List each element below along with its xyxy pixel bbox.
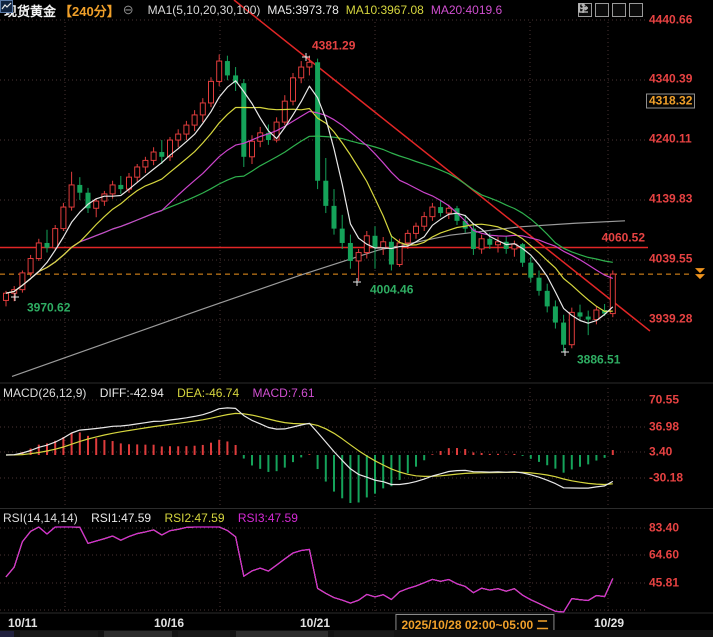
time-label: 10/29 — [594, 616, 624, 630]
price-axis-label: 3939.28 — [649, 313, 692, 326]
rsi1-value: RSI1:47.59 — [91, 511, 151, 525]
ma10-value: MA10:3967.08 — [346, 3, 424, 17]
macd-diff-value: DIFF:-42.94 — [100, 386, 164, 400]
rsi-axis-label: 45.81 — [649, 577, 679, 590]
current-price-marker — [695, 268, 705, 279]
ma-group-label: MA1(5,10,20,30,100) — [148, 3, 261, 17]
macd-histogram — [6, 432, 613, 503]
rsi-axis-label: 83.40 — [649, 522, 679, 535]
macd-axis-label: 36.98 — [649, 421, 679, 434]
main-candles — [4, 54, 616, 351]
price-axis-label: 4240.11 — [649, 133, 692, 146]
bottom-tab-segment[interactable] — [178, 631, 230, 637]
macd-panel-header: MACD(26,12,9) DIFF:-42.94 DEA:-46.74 MAC… — [3, 386, 325, 400]
ma20-value: MA20:4019.6 — [431, 3, 502, 17]
price-axis-label: 4340.39 — [649, 73, 692, 86]
y-axis-scale-icon[interactable] — [595, 3, 609, 17]
rsi-axis-label: 64.60 — [649, 549, 679, 562]
rsi2-value: RSI2:47.59 — [164, 511, 224, 525]
ma5-value: MA5:3973.78 — [267, 3, 338, 17]
price-axis-label: 4440.66 — [649, 14, 692, 27]
macd-axis-label: 70.55 — [649, 394, 679, 407]
ma100-line — [12, 221, 625, 377]
macd-macd-value: MACD:7.61 — [252, 386, 314, 400]
rsi3-value: RSI3:47.59 — [238, 511, 298, 525]
chart-canvas[interactable] — [0, 0, 713, 637]
bottom-tab-segment[interactable] — [20, 631, 98, 637]
time-label: 10/21 — [300, 616, 330, 630]
rsi-title: RSI(14,14,14) — [3, 511, 78, 525]
price-axis-label: 4318.32 — [646, 94, 695, 109]
macd-dea-value: DEA:-46.74 — [177, 386, 239, 400]
price-annotation: 3886.51 — [577, 354, 620, 367]
price-axis-label: 4039.55 — [649, 253, 692, 266]
price-annotation: 4381.29 — [312, 40, 355, 53]
bottom-tab-segment[interactable] — [334, 631, 394, 637]
time-label: 10/16 — [154, 616, 184, 630]
bottom-tab-segment[interactable] — [236, 631, 328, 637]
collapse-icon[interactable]: ⊖ — [123, 2, 134, 18]
price-annotation: 4060.52 — [602, 232, 645, 245]
price-annotation: 4004.46 — [370, 284, 413, 297]
time-label: 10/11 — [8, 616, 37, 630]
trading-chart-window: 现货黄金 【240分】 ⊖ MA1(5,10,20,30,100) MA5:39… — [0, 0, 713, 637]
rsi-lines — [6, 527, 613, 612]
bottom-tab-strip-clipped[interactable] — [0, 630, 713, 637]
trend-line — [234, 0, 650, 331]
bottom-tab-segment[interactable] — [104, 631, 172, 637]
x-axis-scale-icon[interactable] — [612, 3, 626, 17]
price-annotation: 3970.62 — [27, 302, 70, 315]
bottom-tab-segment[interactable] — [0, 631, 14, 637]
macd-axis-label: -30.18 — [649, 472, 683, 485]
macd-axis-label: 3.40 — [649, 446, 672, 459]
timeframe-label[interactable]: 【240分】 — [59, 1, 120, 20]
price-axis-label: 4139.83 — [649, 193, 692, 206]
chart-toolbar — [578, 3, 643, 17]
rsi-panel-header: RSI(14,14,14) RSI1:47.59 RSI2:47.59 RSI3… — [3, 511, 308, 525]
pan-export-icon[interactable] — [629, 3, 643, 17]
macd-title: MACD(26,12,9) — [3, 386, 86, 400]
